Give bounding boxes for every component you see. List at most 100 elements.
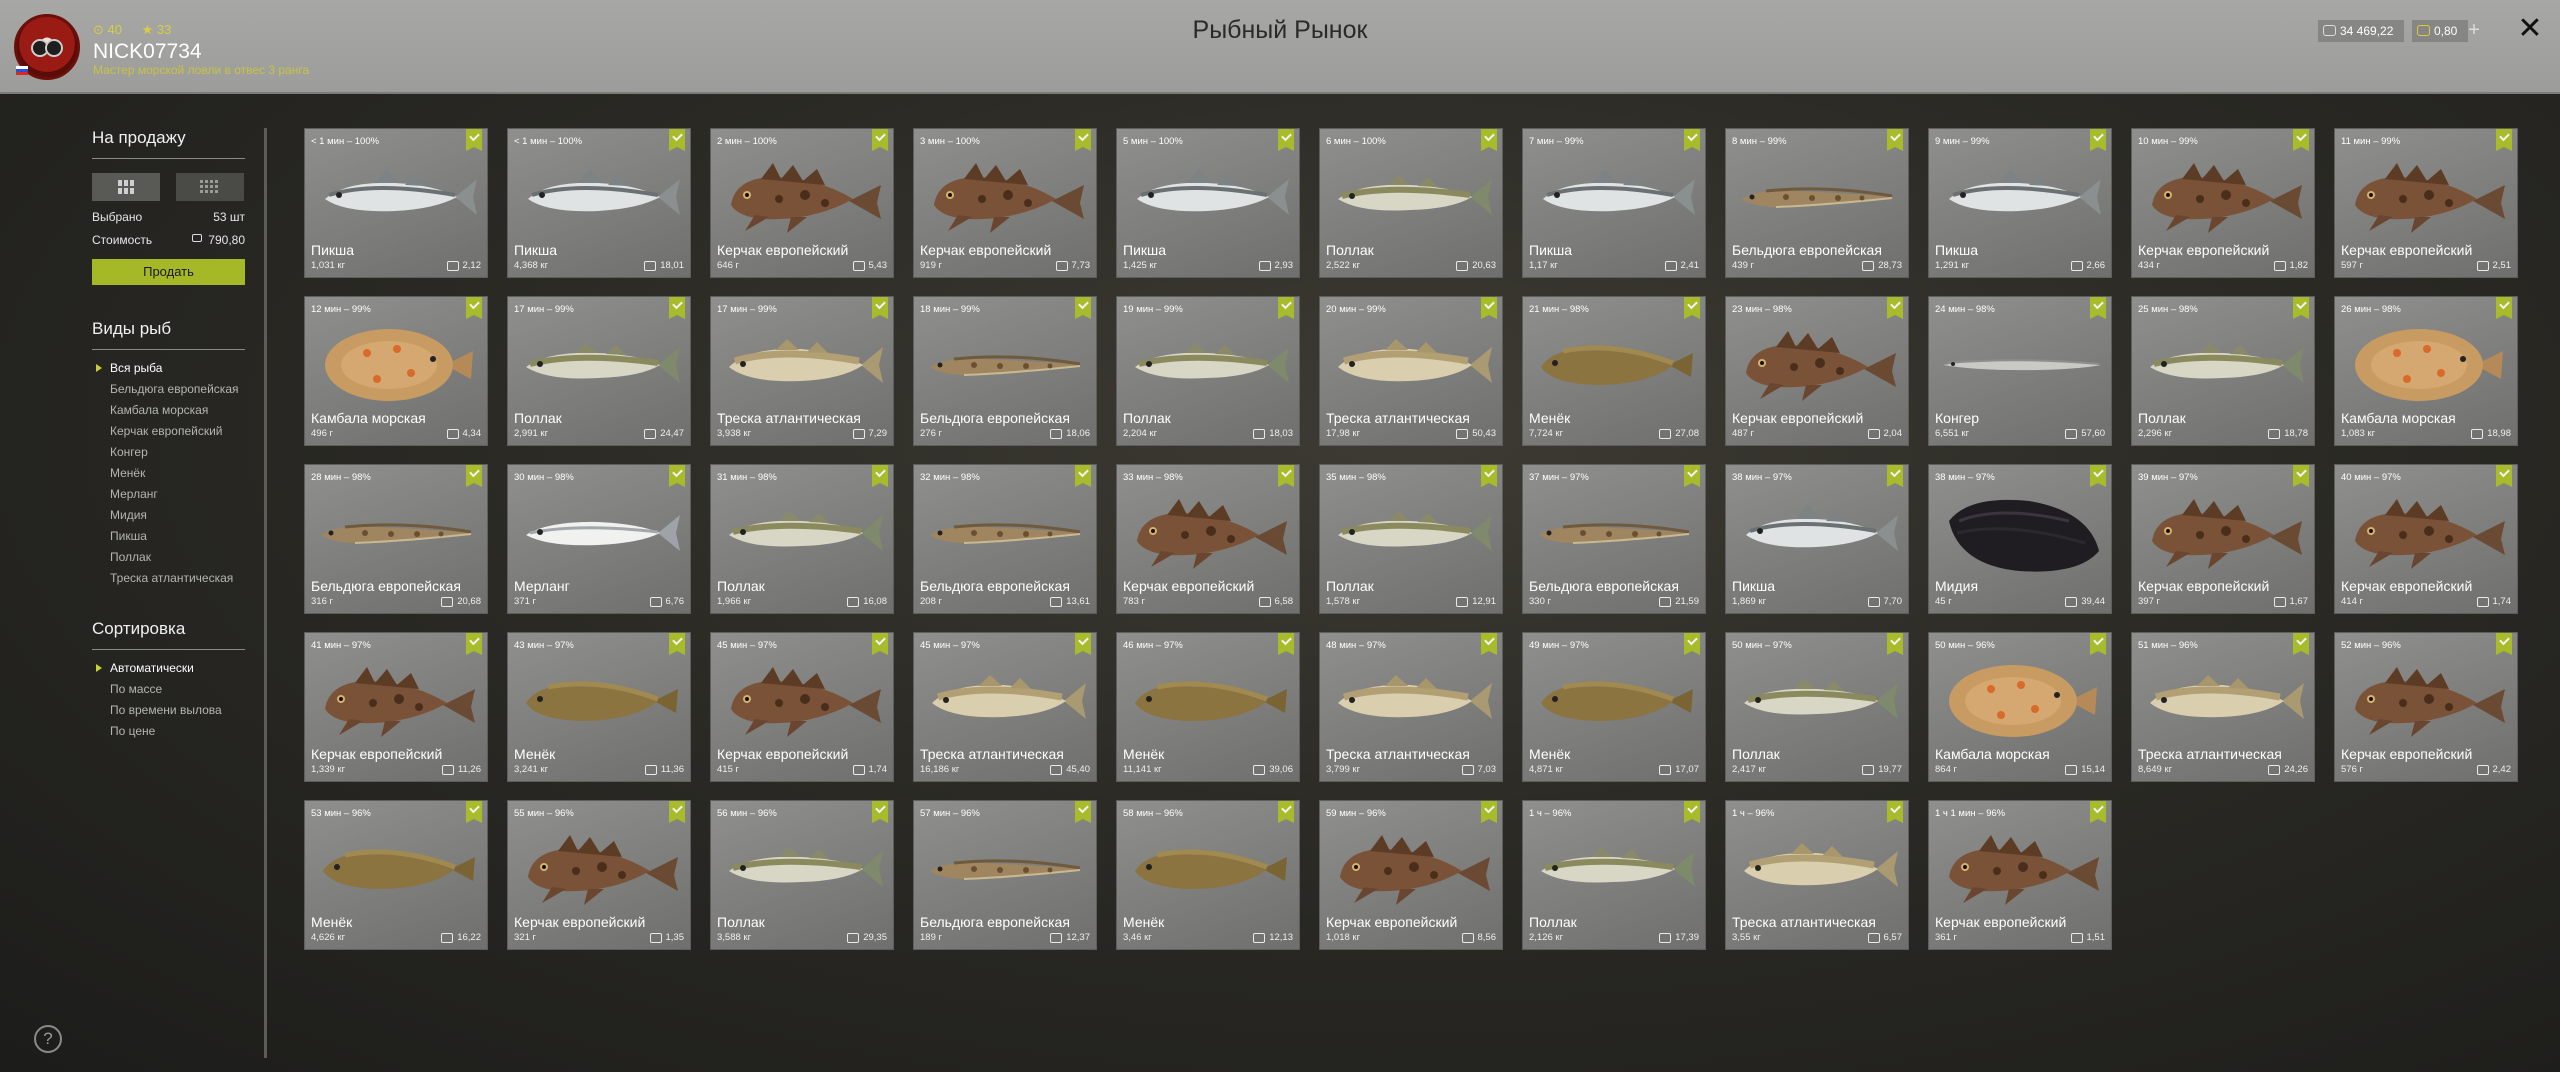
fish-card[interactable]: 5 мин – 100% Пикша 1,425 кг 2,93 (1116, 128, 1300, 278)
selected-check-icon[interactable] (1075, 633, 1091, 655)
selected-check-icon[interactable] (1684, 297, 1700, 319)
fish-card[interactable]: 32 мин – 98% Бельдюга европейская 208 г 13… (913, 464, 1097, 614)
help-button[interactable]: ? (34, 1025, 62, 1053)
fish-card[interactable]: 35 мин – 98% Поллак 1,578 кг 12,91 (1319, 464, 1503, 614)
fish-card[interactable]: 18 мин – 99% Бельдюга европейская 276 г 18… (913, 296, 1097, 446)
species-filter-item[interactable]: Бельдюга европейская (92, 383, 252, 396)
species-filter-item[interactable]: Треска атлантическая (92, 572, 252, 585)
fish-card[interactable]: 24 мин – 98% Конгер 6,551 кг 57,60 (1928, 296, 2112, 446)
fish-card[interactable]: 56 мин – 96% Поллак 3,588 кг 29,35 (710, 800, 894, 950)
selected-check-icon[interactable] (1481, 633, 1497, 655)
fish-card[interactable]: 30 мин – 98% Мерланг 371 г 6,76 (507, 464, 691, 614)
sell-button[interactable]: Продать (92, 259, 245, 285)
selected-check-icon[interactable] (1075, 297, 1091, 319)
species-filter-item[interactable]: Конгер (92, 446, 252, 459)
selected-check-icon[interactable] (872, 129, 888, 151)
add-gold-button[interactable]: + (2463, 18, 2485, 42)
selected-check-icon[interactable] (1887, 465, 1903, 487)
fish-card[interactable]: 58 мин – 96% Менёк 3,46 кг 12,13 (1116, 800, 1300, 950)
selected-check-icon[interactable] (1684, 465, 1700, 487)
sort-option-item[interactable]: По времени вылова (92, 704, 252, 717)
selected-check-icon[interactable] (2496, 297, 2512, 319)
fish-card[interactable]: 40 мин – 97% Керчак европейский 414 г 1,74 (2334, 464, 2518, 614)
sort-option-item[interactable]: Автоматически (92, 662, 252, 675)
fish-card[interactable]: 6 мин – 100% Поллак 2,522 кг 20,63 (1319, 128, 1503, 278)
selected-check-icon[interactable] (872, 801, 888, 823)
selected-check-icon[interactable] (2496, 129, 2512, 151)
fish-card[interactable]: 31 мин – 98% Поллак 1,966 кг 16,08 (710, 464, 894, 614)
fish-card[interactable]: 25 мин – 98% Поллак 2,296 кг 18,78 (2131, 296, 2315, 446)
selected-check-icon[interactable] (2293, 297, 2309, 319)
selected-check-icon[interactable] (1278, 801, 1294, 823)
species-filter-item[interactable]: Мидия (92, 509, 252, 522)
species-filter-item[interactable]: Поллак (92, 551, 252, 564)
fish-card[interactable]: 21 мин – 98% Менёк 7,724 кг 27,08 (1522, 296, 1706, 446)
selected-check-icon[interactable] (2293, 633, 2309, 655)
fish-card[interactable]: 49 мин – 97% Менёк 4,871 кг 17,07 (1522, 632, 1706, 782)
selected-check-icon[interactable] (466, 465, 482, 487)
selected-check-icon[interactable] (2496, 465, 2512, 487)
selected-check-icon[interactable] (669, 465, 685, 487)
selected-check-icon[interactable] (2090, 633, 2106, 655)
selected-check-icon[interactable] (2293, 129, 2309, 151)
close-button[interactable]: ✕ (2515, 12, 2545, 46)
fish-card[interactable]: 57 мин – 96% Бельдюга европейская 189 г 12… (913, 800, 1097, 950)
fish-card[interactable]: 19 мин – 99% Поллак 2,204 кг 18,03 (1116, 296, 1300, 446)
fish-card[interactable]: 2 мин – 100% Керчак европейский 646 г 5,43 (710, 128, 894, 278)
fish-card[interactable]: 1 ч – 96% Треска атлантическая 3,55 кг 6,5… (1725, 800, 1909, 950)
fish-card[interactable]: 10 мин – 99% Керчак европейский 434 г 1,82 (2131, 128, 2315, 278)
selected-check-icon[interactable] (1278, 297, 1294, 319)
fish-card[interactable]: 38 мин – 97% Пикша 1,869 кг 7,70 (1725, 464, 1909, 614)
fish-card[interactable]: 50 мин – 97% Поллак 2,417 кг 19,77 (1725, 632, 1909, 782)
species-filter-item[interactable]: Пикша (92, 530, 252, 543)
selected-check-icon[interactable] (1684, 129, 1700, 151)
selected-check-icon[interactable] (2496, 633, 2512, 655)
selected-check-icon[interactable] (1684, 633, 1700, 655)
selected-check-icon[interactable] (466, 129, 482, 151)
fish-card[interactable]: 9 мин – 99% Пикша 1,291 кг 2,66 (1928, 128, 2112, 278)
species-filter-item[interactable]: Вся рыба (92, 362, 252, 375)
fish-card[interactable]: 33 мин – 98% Керчак европейский 783 г 6,58 (1116, 464, 1300, 614)
fish-card[interactable]: 39 мин – 97% Керчак европейский 397 г 1,67 (2131, 464, 2315, 614)
fish-card[interactable]: 43 мин – 97% Менёк 3,241 кг 11,36 (507, 632, 691, 782)
selected-check-icon[interactable] (1075, 129, 1091, 151)
selected-check-icon[interactable] (669, 297, 685, 319)
fish-card[interactable]: 59 мин – 96% Керчак европейский 1,018 кг 8… (1319, 800, 1503, 950)
fish-card[interactable]: 46 мин – 97% Менёк 11,141 кг 39,06 (1116, 632, 1300, 782)
fish-card[interactable]: 1 ч – 96% Поллак 2,126 кг 17,39 (1522, 800, 1706, 950)
fish-card[interactable]: 41 мин – 97% Керчак европейский 1,339 кг 1… (304, 632, 488, 782)
species-filter-item[interactable]: Менёк (92, 467, 252, 480)
selected-check-icon[interactable] (1481, 801, 1497, 823)
large-grid-view-button[interactable] (92, 173, 160, 201)
selected-check-icon[interactable] (1481, 465, 1497, 487)
fish-card[interactable]: 11 мин – 99% Керчак европейский 597 г 2,51 (2334, 128, 2518, 278)
selected-check-icon[interactable] (1887, 633, 1903, 655)
fish-card[interactable]: 17 мин – 99% Треска атлантическая 3,938 к… (710, 296, 894, 446)
fish-card[interactable]: 52 мин – 96% Керчак европейский 576 г 2,42 (2334, 632, 2518, 782)
fish-card[interactable]: 37 мин – 97% Бельдюга европейская 330 г 21… (1522, 464, 1706, 614)
sort-option-item[interactable]: По цене (92, 725, 252, 738)
fish-card[interactable]: 23 мин – 98% Керчак европейский 487 г 2,04 (1725, 296, 1909, 446)
fish-card[interactable]: 20 мин – 99% Треска атлантическая 17,98 к… (1319, 296, 1503, 446)
fish-card[interactable]: 7 мин – 99% Пикша 1,17 кг 2,41 (1522, 128, 1706, 278)
selected-check-icon[interactable] (669, 129, 685, 151)
selected-check-icon[interactable] (2293, 465, 2309, 487)
selected-check-icon[interactable] (1075, 465, 1091, 487)
fish-card[interactable]: 51 мин – 96% Треска атлантическая 8,649 к… (2131, 632, 2315, 782)
fish-card[interactable]: 45 мин – 97% Треска атлантическая 16,186 … (913, 632, 1097, 782)
selected-check-icon[interactable] (1278, 633, 1294, 655)
selected-check-icon[interactable] (1278, 129, 1294, 151)
fish-card[interactable]: < 1 мин – 100% Пикша 1,031 кг 2,12 (304, 128, 488, 278)
species-filter-item[interactable]: Камбала морская (92, 404, 252, 417)
selected-check-icon[interactable] (2090, 465, 2106, 487)
selected-check-icon[interactable] (669, 633, 685, 655)
fish-card[interactable]: 1 ч 1 мин – 96% Керчак европейский 361 г 1… (1928, 800, 2112, 950)
small-grid-view-button[interactable] (176, 173, 244, 201)
selected-check-icon[interactable] (1481, 129, 1497, 151)
species-filter-item[interactable]: Мерланг (92, 488, 252, 501)
species-filter-item[interactable]: Керчак европейский (92, 425, 252, 438)
fish-card[interactable]: 3 мин – 100% Керчак европейский 919 г 7,73 (913, 128, 1097, 278)
sort-option-item[interactable]: По массе (92, 683, 252, 696)
fish-card[interactable]: 48 мин – 97% Треска атлантическая 3,799 к… (1319, 632, 1503, 782)
selected-check-icon[interactable] (1887, 801, 1903, 823)
